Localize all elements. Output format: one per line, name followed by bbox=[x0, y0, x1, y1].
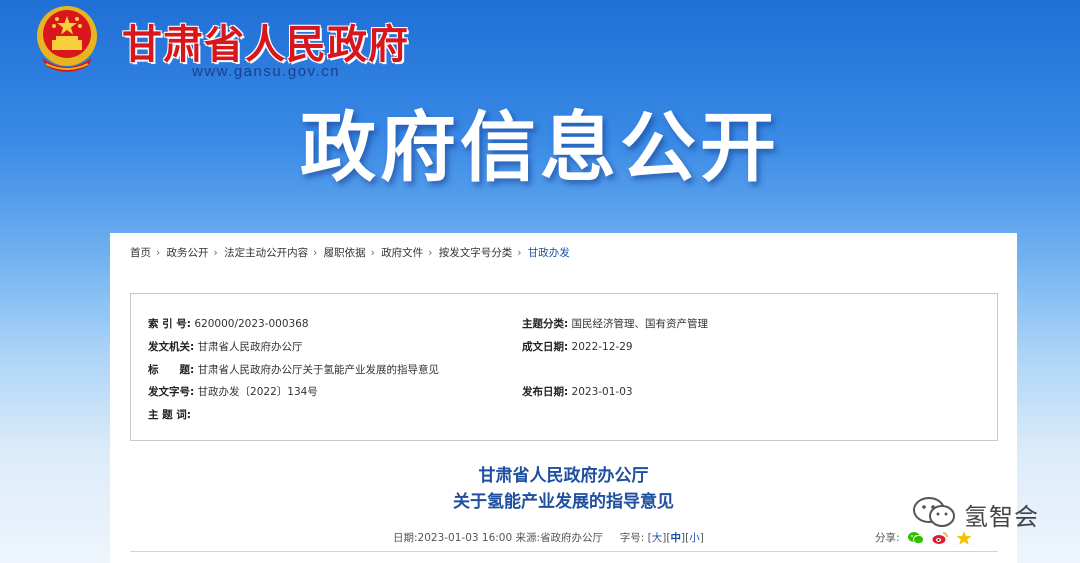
breadcrumb-separator-icon: › bbox=[370, 247, 375, 259]
meta-issuer-row: 发文机关: 甘肃省人民政府办公厅 bbox=[148, 339, 303, 354]
breadcrumb-item-affairs[interactable]: 政务公开 bbox=[167, 247, 209, 259]
content-panel: 首页 › 政务公开 › 法定主动公开内容 › 履职依据 › 政府文件 › 按发文字号分类 ›… bbox=[110, 233, 1017, 563]
breadcrumb-item-home[interactable]: 首页 bbox=[130, 247, 151, 259]
font-size-small-button[interactable]: 小 bbox=[689, 532, 700, 544]
meta-issuer-value: 甘肃省人民政府办公厅 bbox=[197, 341, 303, 353]
date-label: 日期: bbox=[393, 532, 418, 544]
meta-title-value: 甘肃省人民政府办公厅关于氢能产业发展的指导意见 bbox=[197, 364, 440, 376]
meta-date-written-label: 成文日期: bbox=[522, 341, 569, 353]
share-label: 分享: bbox=[875, 532, 900, 544]
banner-title: 政府信息公开 bbox=[300, 103, 780, 192]
breadcrumb-item-statutory[interactable]: 法定主动公开内容 bbox=[224, 247, 308, 259]
breadcrumb-separator-icon: › bbox=[213, 247, 218, 259]
date-value: 2023-01-03 16:00 bbox=[417, 532, 513, 544]
meta-topic-row: 主题分类: 国民经济管理、国有资产管理 bbox=[522, 316, 708, 331]
breadcrumb-separator-icon: › bbox=[156, 247, 161, 259]
font-size-label: 字号: bbox=[619, 532, 645, 544]
breadcrumb-item-gov-files[interactable]: 政府文件 bbox=[381, 247, 423, 259]
meta-keywords-label: 主 题 词: bbox=[148, 409, 192, 421]
meta-title-label: 标 题: bbox=[148, 364, 195, 376]
watermark-text: 氢智会 bbox=[964, 502, 1039, 531]
document-title-line2: 关于氢能产业发展的指导意见 bbox=[453, 492, 674, 512]
font-size-large-button[interactable]: 大 bbox=[652, 532, 663, 544]
watermark: 氢智会 bbox=[912, 495, 1039, 533]
breadcrumb-separator-icon: › bbox=[313, 247, 318, 259]
meta-publish-date-value: 2023-01-03 bbox=[571, 386, 633, 398]
meta-publish-date-row: 发布日期: 2023-01-03 bbox=[522, 384, 633, 399]
breadcrumb: 首页 › 政务公开 › 法定主动公开内容 › 履职依据 › 政府文件 › 按发文字号分类 ›… bbox=[130, 245, 572, 260]
wechat-logo-icon bbox=[912, 495, 958, 533]
breadcrumb-separator-icon: › bbox=[428, 247, 433, 259]
meta-doc-no-value: 甘政办发〔2022〕134号 bbox=[197, 386, 318, 398]
meta-topic-value: 国民经济管理、国有资产管理 bbox=[571, 318, 709, 330]
national-emblem-icon bbox=[32, 4, 102, 76]
breadcrumb-item-basis[interactable]: 履职依据 bbox=[324, 247, 366, 259]
site-name[interactable]: 甘肃省人民政府 bbox=[122, 12, 409, 70]
meta-title-row: 标 题: 甘肃省人民政府办公厅关于氢能产业发展的指导意见 bbox=[148, 362, 439, 377]
breadcrumb-item-current[interactable]: 甘政办发 bbox=[528, 247, 570, 259]
document-title-line1: 甘肃省人民政府办公厅 bbox=[478, 466, 649, 486]
meta-publish-date-label: 发布日期: bbox=[522, 386, 569, 398]
site-url[interactable]: www.gansu.gov.cn bbox=[192, 63, 340, 80]
meta-doc-no-label: 发文字号: bbox=[148, 386, 195, 398]
document-meta-box: 索 引 号: 620000/2023-000368 主题分类: 国民经济管理、国… bbox=[130, 293, 998, 441]
meta-index-value: 620000/2023-000368 bbox=[194, 318, 309, 330]
meta-index-label: 索 引 号: bbox=[148, 318, 192, 330]
meta-issuer-label: 发文机关: bbox=[148, 341, 195, 353]
meta-date-written-row: 成文日期: 2022-12-29 bbox=[522, 339, 633, 354]
meta-doc-no-row: 发文字号: 甘政办发〔2022〕134号 bbox=[148, 384, 318, 399]
meta-date-written-value: 2022-12-29 bbox=[571, 341, 633, 353]
meta-keywords-row: 主 题 词: bbox=[148, 407, 191, 422]
breadcrumb-item-by-number[interactable]: 按发文字号分类 bbox=[439, 247, 513, 259]
font-size-medium-button[interactable]: 中 bbox=[670, 532, 681, 544]
source-value: 省政府办公厅 bbox=[540, 532, 604, 544]
source-label: 来源: bbox=[515, 532, 541, 544]
divider bbox=[130, 551, 998, 552]
meta-topic-label: 主题分类: bbox=[522, 318, 569, 330]
breadcrumb-separator-icon: › bbox=[517, 247, 522, 259]
meta-index-row: 索 引 号: 620000/2023-000368 bbox=[148, 316, 309, 331]
document-info-line: 日期:2023-01-03 16:00 来源:省政府办公厅 字号: [大][中]… bbox=[393, 532, 704, 544]
